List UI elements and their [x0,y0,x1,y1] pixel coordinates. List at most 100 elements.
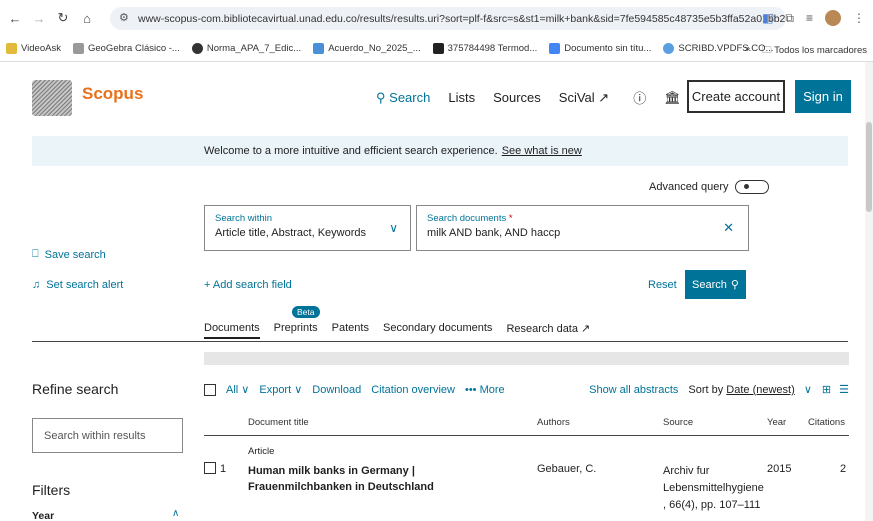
folder-icon: 🗀 [762,45,772,56]
table-view-icon[interactable]: ⊞ [822,383,831,396]
search-within-value: Article title, Abstract, Keywords [215,227,366,239]
site-settings-icon[interactable]: ⚙ [119,11,129,24]
tab-preprints[interactable]: Preprints [274,322,318,339]
document-type-tabs: Documents Preprints Patents Secondary do… [204,322,590,339]
bookmark-item[interactable]: 375784498 Termod... [432,43,537,54]
url-text: www-scopus-com.bibliotecavirtual.unad.ed… [138,12,786,25]
refine-search-heading: Refine search [32,381,119,397]
tab-secondary-documents[interactable]: Secondary documents [383,322,492,339]
nav-search[interactable]: ⚲ Search [376,90,430,106]
document-title-link[interactable]: Human milk banks in Germany | Frauenmilc… [248,463,493,495]
add-search-field-link[interactable]: + Add search field [204,279,292,291]
bookmark-icon: ⎕ [32,248,39,260]
results-toolbar: All ∨ Export ∨ Download Citation overvie… [204,383,849,396]
home-icon[interactable]: ⌂ [78,11,96,26]
help-icon[interactable]: ⓘ [633,88,646,107]
author-link[interactable]: Gebauer, C. [537,463,596,475]
nav-scival[interactable]: SciVal ↗ [559,90,609,106]
bookmark-favicon-icon [663,43,675,54]
institution-icon[interactable]: 🏛 [664,90,681,106]
see-what-is-new-link[interactable]: See what is new [502,145,582,157]
page-scrollbar[interactable] [865,62,873,521]
more-button[interactable]: ••• More [465,384,505,396]
scopus-brand[interactable]: Scopus [82,84,143,104]
elsevier-logo[interactable] [32,80,72,116]
source-link[interactable]: Archiv fur Lebensmittelhygiene , 66(4), … [663,463,764,514]
sign-in-button[interactable]: Sign in [795,80,851,113]
search-documents-label: Search documents * [427,213,513,224]
bookmarks-bar: VideoAsk GeoGebra Clásico -... Norma_APA… [0,36,873,62]
site-header: Scopus ⚲ Search Lists Sources SciVal ↗ ⓘ… [0,62,873,130]
bookmark-item[interactable]: GeoGebra Clásico -... [72,43,180,54]
bookmark-item[interactable]: VideoAsk [6,43,61,54]
bell-icon: ♫ [32,279,41,291]
create-account-button[interactable]: Create account [687,80,785,113]
bookmark-favicon-icon [549,43,561,54]
col-source: Source [663,417,694,428]
save-search-link[interactable]: ⎕ Save search [32,248,106,261]
forward-icon[interactable]: → [30,11,48,26]
sort-by-value: Date (newest) [726,384,795,396]
document-type: Article [248,446,275,457]
year-value: 2015 [767,463,792,475]
tab-patents[interactable]: Patents [332,322,369,339]
all-bookmarks[interactable]: 🗀 Todos los marcadores [762,43,867,59]
set-search-alert-link[interactable]: ♫ Set search alert [32,279,123,291]
nav-lists[interactable]: Lists [448,90,475,105]
results-summary-placeholder [204,352,849,365]
browser-toolbar: ← → ↻ ⌂ ⚙ www-scopus-com.bibliotecavirtu… [0,0,873,36]
filters-heading: Filters [32,482,71,498]
reading-list-icon[interactable]: ≡ [806,11,813,25]
sort-by-control[interactable]: Sort by Date (newest) ∨ [688,383,812,396]
divider [32,341,848,342]
advanced-query-toggle[interactable] [734,180,769,194]
back-icon[interactable]: ← [6,11,24,26]
search-icon: ⚲ [730,279,739,291]
beta-badge: Beta [292,306,320,318]
download-button[interactable]: Download [312,384,361,396]
bookmark-item[interactable]: Acuerdo_No_2025_... [313,43,421,54]
search-button[interactable]: Search ⚲ [685,270,746,299]
clear-icon[interactable]: ✕ [723,220,734,236]
search-icon: ⚲ [376,89,386,105]
bookmark-favicon-icon [6,43,17,54]
tab-documents[interactable]: Documents [204,322,260,339]
bookmark-item[interactable]: Norma_APA_7_Edic... [191,43,301,54]
show-all-abstracts-link[interactable]: Show all abstracts [589,384,678,396]
extensions-puzzle-icon[interactable]: ⧉ [785,11,794,26]
search-within-select[interactable]: Search within Article title, Abstract, K… [204,205,411,251]
browser-menu-icon[interactable]: ⋮ [853,11,865,25]
row-checkbox[interactable] [204,462,216,474]
nav-sources[interactable]: Sources [493,90,541,105]
col-document-title: Document title [248,417,309,428]
export-dropdown[interactable]: Export ∨ [259,383,302,396]
reload-icon[interactable]: ↻ [54,10,72,26]
bookmark-favicon-icon [313,43,325,54]
chevron-down-icon: ∨ [389,221,398,235]
select-all-checkbox[interactable] [204,383,216,396]
address-bar[interactable]: ⚙ www-scopus-com.bibliotecavirtual.unad.… [110,7,786,30]
profile-avatar[interactable] [825,10,841,26]
chevron-up-icon[interactable]: ∧ [172,508,179,519]
tab-research-data[interactable]: Research data ↗ [506,322,590,339]
results-table-header: Document title Authors Source Year Citat… [204,415,849,436]
bookmarks-overflow[interactable]: » [745,43,750,59]
bookmark-favicon-icon [72,43,84,54]
welcome-banner: Welcome to a more intuitive and efficien… [32,136,848,166]
chevron-down-icon: ∨ [241,384,250,396]
reset-button[interactable]: Reset [648,279,677,291]
extension-icon[interactable]: ◧ [762,11,773,25]
all-dropdown[interactable]: All ∨ [226,383,249,396]
chevron-down-icon: ∨ [294,384,303,396]
col-citations: Citations [808,417,845,428]
citations-count[interactable]: 2 [840,463,846,475]
bookmark-item[interactable]: Documento sin títu... [549,43,651,54]
year-filter-label[interactable]: Year [32,510,54,521]
search-within-label: Search within [215,213,273,224]
search-documents-input[interactable]: Search documents * milk AND bank, AND ha… [416,205,749,251]
citation-overview-button[interactable]: Citation overview [371,384,455,396]
list-view-icon[interactable]: ☰ [839,383,849,396]
search-within-results-input[interactable]: Search within results [32,418,183,453]
advanced-query-toggle-row: Advanced query [649,180,769,194]
welcome-text: Welcome to a more intuitive and efficien… [204,145,498,157]
